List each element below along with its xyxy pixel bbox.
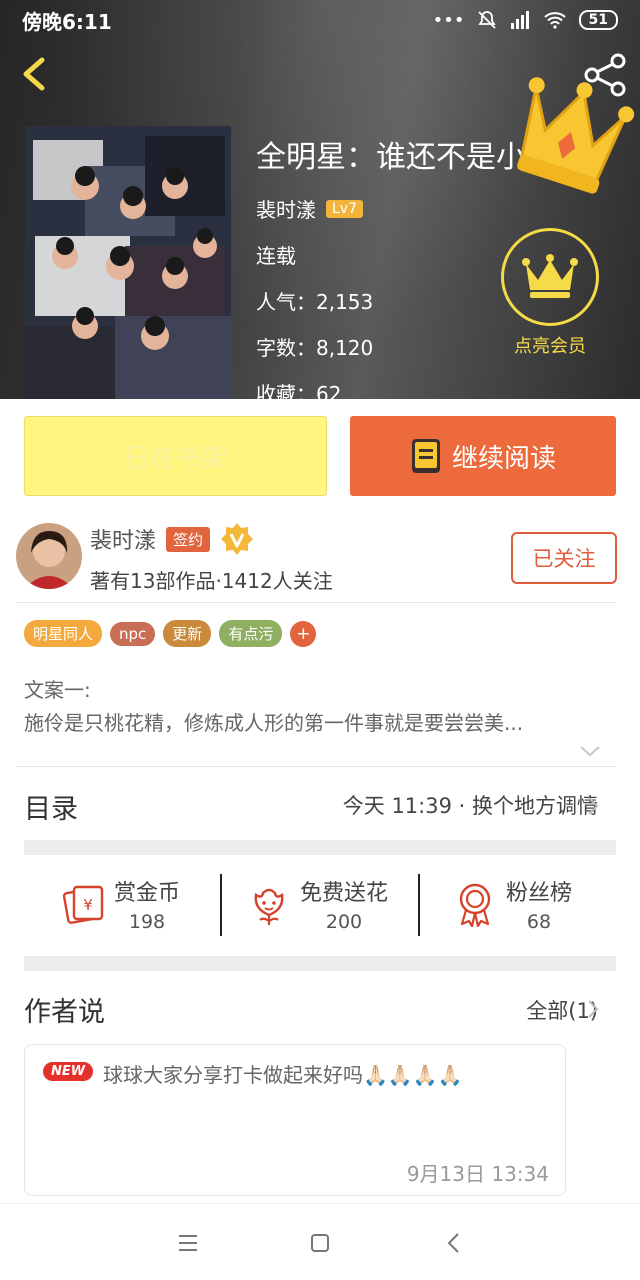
wifi-icon [543,12,566,29]
level-badge: Lv7 [326,199,363,218]
tag-item[interactable]: 更新 [163,620,212,647]
tag-list: 明星同人 npc 更新 有点污 + [24,620,317,647]
divider [16,602,616,603]
flower-icon [254,888,284,925]
tag-item[interactable]: npc [110,621,156,646]
chevron-down-icon[interactable] [578,742,602,760]
send-flower-button[interactable]: 免费送花 200 [246,872,388,936]
avatar-image [16,523,82,589]
medal-icon [459,883,491,927]
chevron-right-icon [588,1000,599,1018]
book-author[interactable]: 裴时漾 [256,194,316,223]
stat-value: 68 [526,911,552,933]
author-says-title: 作者说 [24,997,105,1028]
on-shelf-label: 已在书架 [123,443,228,474]
continue-reading-label: 继续阅读 [451,443,556,474]
book-cover[interactable] [25,126,231,399]
vip-label: 点亮会员 [514,336,586,357]
signed-badge: 签约 [166,526,211,552]
reward-coins-button[interactable]: ¥ 赏金币 198 [60,872,180,936]
vip-circle [501,228,599,326]
post-date: 9月13日 13:34 [406,1162,549,1186]
back-button[interactable] [16,52,56,96]
following-label: 已关注 [532,547,596,571]
book-favorites: 收藏：62 [256,382,342,399]
more-dots-icon: ••• [432,9,465,31]
stat-label: 赏金币 [114,881,181,906]
author-avatar[interactable] [16,523,82,589]
svg-text:¥: ¥ [83,896,93,914]
status-time: 傍晚6:11 [22,9,112,34]
home-square-icon[interactable] [308,1231,332,1255]
stat-label: 免费送花 [300,881,389,906]
share-button[interactable] [580,52,630,98]
author-post-card[interactable]: NEW 球球大家分享打卡做起来好吗🙏🏻🙏🏻🙏🏻🙏🏻 9月13日 13:34 [24,1044,566,1196]
continue-reading-button[interactable]: 继续阅读 [350,416,616,496]
section-divider [24,956,616,971]
synopsis-line-2: 施伶是只桃花精，修炼成人形的第一件事就是要尝尝美... [24,711,524,735]
stat-separator [220,874,222,936]
red-envelope-icon: ¥ [62,885,104,924]
share-icon [584,53,626,97]
stat-separator [418,874,420,936]
new-badge: NEW [43,1062,94,1081]
tag-item[interactable]: 明星同人 [24,620,103,647]
catalog-title: 目录 [24,794,78,825]
add-tag-button[interactable]: + [290,620,317,647]
author-meta: 著有13部作品·1412人关注 [90,569,333,593]
signal-icon [510,11,529,29]
synopsis[interactable]: 文案一: 施伶是只桃花精，修炼成人形的第一件事就是要尝尝美... [24,674,614,740]
stat-value: 198 [128,911,166,933]
book-icon [411,439,440,473]
status-bar: 傍晚6:11 ••• 51 [0,0,640,40]
book-header: 傍晚6:11 ••• 51 全明星：谁还不是小 裴时漾 Lv7 连载 人气：2,… [0,0,640,399]
catalog-latest-chapter: 今天 11:39 · 换个地方调情 [342,794,598,818]
verified-v-icon [221,523,254,555]
vip-button[interactable]: 点亮会员 [500,228,600,360]
section-divider [24,840,616,855]
system-navbar [0,1203,640,1280]
crown-icon [522,254,578,298]
stat-value: 200 [325,911,363,933]
fan-ranking-button[interactable]: 粉丝榜 68 [452,872,572,936]
author-name[interactable]: 裴时漾 [90,523,156,555]
on-shelf-button[interactable]: 已在书架 [24,416,327,496]
chevron-right-icon [588,797,599,815]
post-text: 球球大家分享打卡做起来好吗🙏🏻🙏🏻🙏🏻🙏🏻 [103,1063,463,1087]
synopsis-line-1: 文案一: [24,678,91,702]
divider [16,766,616,767]
tag-item[interactable]: 有点污 [219,620,283,647]
following-button[interactable]: 已关注 [511,532,617,584]
chevron-left-icon [23,57,45,91]
back-nav-icon[interactable] [442,1231,466,1255]
mute-bell-icon [477,11,496,29]
cover-image [25,126,231,399]
stat-label: 粉丝榜 [506,881,573,906]
battery-indicator: 51 [578,10,618,30]
menu-icon[interactable] [176,1231,200,1255]
